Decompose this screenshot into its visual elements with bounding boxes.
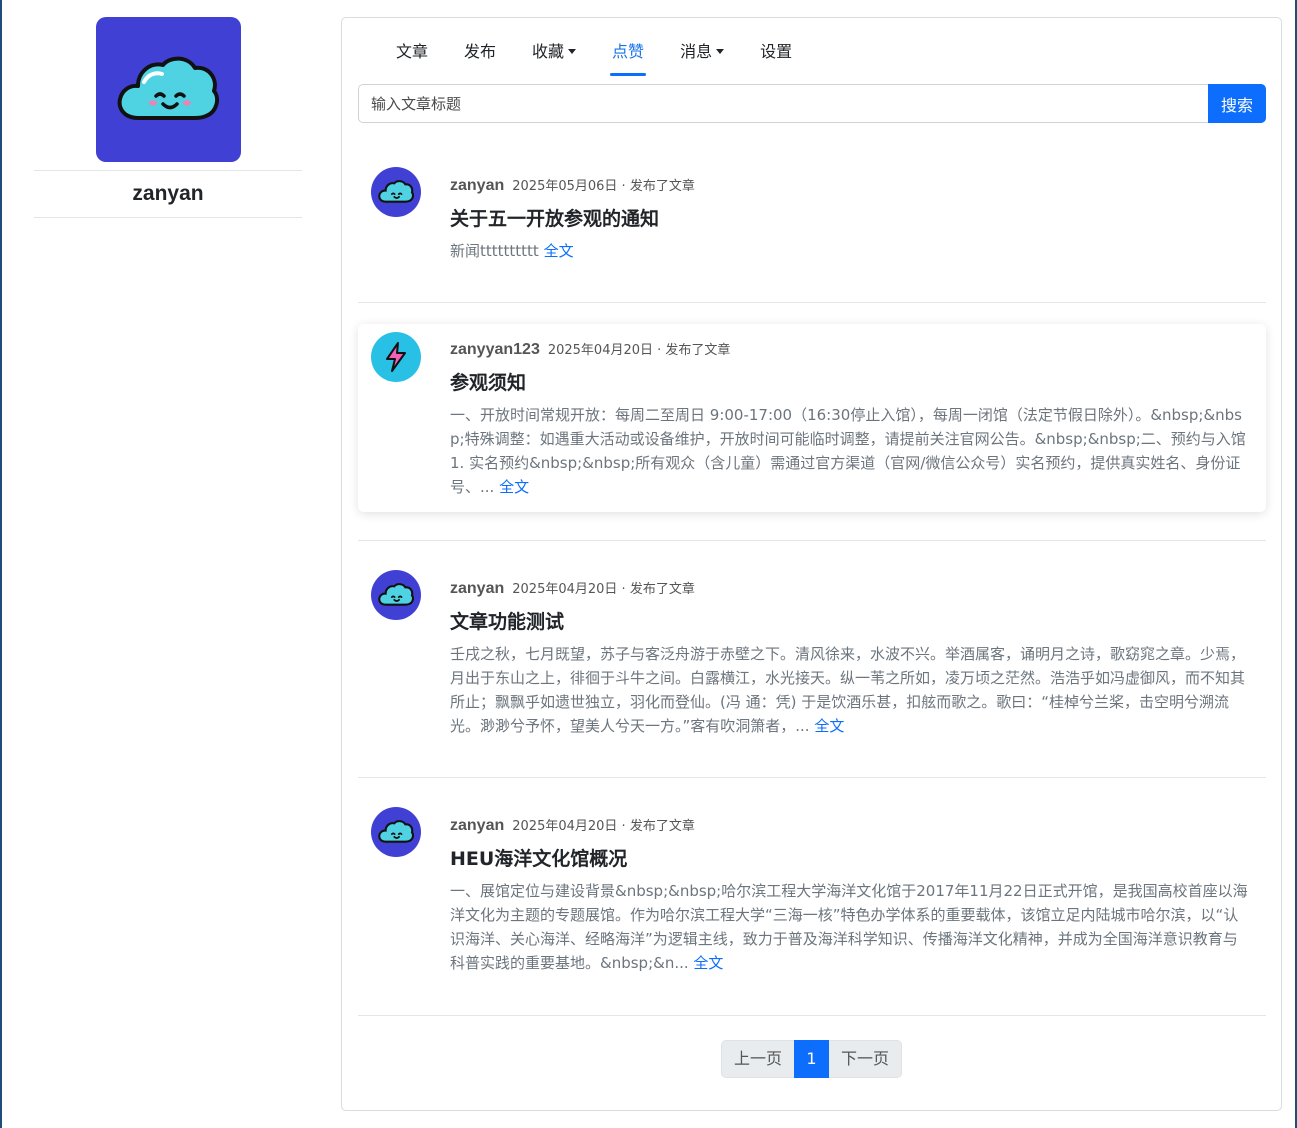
author-name[interactable]: zanyan [450, 817, 504, 835]
nav-tabs: 文章 发布 收藏 点赞 消息 设置 [378, 32, 810, 76]
tab-favorites-dropdown[interactable]: 收藏 [514, 32, 594, 76]
post-meta: zanyan 2025年04月20日 · 发布了文章 [450, 815, 1248, 835]
read-more-link[interactable]: 全文 [693, 954, 723, 972]
author-avatar[interactable] [371, 167, 421, 217]
post-excerpt: 新闻tttttttttt 全文 [450, 239, 1248, 263]
profile-panel: zanyan [34, 17, 302, 218]
post-item: zanyan 2025年04月20日 · 发布了文章 HEU海洋文化馆概况 一、… [358, 785, 1266, 1005]
tab-likes-label: 点赞 [612, 42, 645, 61]
author-name[interactable]: zanyan [450, 580, 504, 598]
page-number-current[interactable]: 1 [794, 1040, 830, 1078]
post-body: zanyan 2025年04月20日 · 发布了文章 文章功能测试 壬戌之秋，七… [450, 578, 1248, 738]
post-excerpt-text: 一、展馆定位与建设背景&nbsp;&nbsp;哈尔滨工程大学海洋文化馆于2017… [450, 882, 1248, 972]
post-meta: zanyan 2025年05月06日 · 发布了文章 [450, 175, 1248, 195]
cloud-icon [378, 180, 414, 203]
next-page-button[interactable]: 下一页 [829, 1040, 903, 1078]
search-bar: 搜索 [358, 84, 1266, 123]
divider [358, 777, 1266, 778]
prev-page-button[interactable]: 上一页 [721, 1040, 795, 1078]
read-more-link[interactable]: 全文 [544, 242, 574, 260]
pagination: 上一页 1 下一页 [721, 1040, 903, 1078]
tab-messages-label: 消息 [680, 42, 713, 61]
profile-name: zanyan [34, 170, 302, 218]
tab-messages-dropdown[interactable]: 消息 [662, 32, 742, 76]
divider [358, 302, 1266, 303]
post-title[interactable]: 文章功能测试 [450, 607, 1248, 634]
post-excerpt-text: 壬戌之秋，七月既望，苏子与客泛舟游于赤壁之下。清风徐来，水波不兴。举酒属客，诵明… [450, 645, 1246, 735]
tab-articles-label: 文章 [396, 42, 429, 61]
caret-down-icon [716, 49, 725, 54]
search-button[interactable]: 搜索 [1208, 84, 1266, 123]
post-item: zanyan 2025年05月06日 · 发布了文章 关于五一开放参观的通知 新… [358, 143, 1266, 295]
post-date: 2025年04月20日 · 发布了文章 [512, 819, 695, 834]
post-body: zanyyan123 2025年04月20日 · 发布了文章 参观须知 一、开放… [450, 339, 1248, 499]
tab-publish[interactable]: 发布 [446, 32, 514, 76]
post-item: zanyan 2025年04月20日 · 发布了文章 文章功能测试 壬戌之秋，七… [358, 548, 1266, 768]
post-title[interactable]: 关于五一开放参观的通知 [450, 204, 1248, 231]
cloud-icon [117, 56, 220, 120]
cloud-icon [378, 820, 414, 843]
lightning-icon [386, 342, 406, 372]
tab-likes[interactable]: 点赞 [594, 32, 662, 76]
post-body: zanyan 2025年05月06日 · 发布了文章 关于五一开放参观的通知 新… [450, 175, 1248, 263]
post-title[interactable]: HEU海洋文化馆概况 [450, 844, 1248, 871]
author-avatar[interactable] [371, 570, 421, 620]
caret-down-icon [568, 49, 577, 54]
tab-settings[interactable]: 设置 [742, 32, 810, 76]
post-meta: zanyan 2025年04月20日 · 发布了文章 [450, 578, 1248, 598]
post-date: 2025年04月20日 · 发布了文章 [547, 343, 731, 358]
post-excerpt: 壬戌之秋，七月既望，苏子与客泛舟游于赤壁之下。清风徐来，水波不兴。举酒属客，诵明… [450, 642, 1248, 738]
post-excerpt: 一、展馆定位与建设背景&nbsp;&nbsp;哈尔滨工程大学海洋文化馆于2017… [450, 879, 1248, 975]
author-name[interactable]: zanyyan123 [450, 341, 540, 359]
post-body: zanyan 2025年04月20日 · 发布了文章 HEU海洋文化馆概况 一、… [450, 815, 1248, 975]
read-more-link[interactable]: 全文 [814, 717, 844, 735]
post-meta: zanyyan123 2025年04月20日 · 发布了文章 [450, 339, 1248, 359]
post-date: 2025年04月20日 · 发布了文章 [512, 582, 695, 597]
tab-publish-label: 发布 [464, 42, 497, 61]
divider [358, 1015, 1266, 1016]
search-input[interactable] [358, 84, 1208, 123]
profile-avatar[interactable] [95, 17, 241, 162]
tab-articles[interactable]: 文章 [378, 32, 446, 76]
post-excerpt-text: 新闻tttttttttt [450, 242, 539, 260]
author-avatar[interactable] [371, 807, 421, 857]
divider [358, 540, 1266, 541]
read-more-link[interactable]: 全文 [499, 478, 529, 496]
post-excerpt: 一、开放时间常规开放：每周二至周日 9:00-17:00（16:30停止入馆），… [450, 403, 1248, 499]
post-item-hover: zanyyan123 2025年04月20日 · 发布了文章 参观须知 一、开放… [358, 324, 1266, 512]
post-date: 2025年05月06日 · 发布了文章 [512, 179, 695, 194]
post-title[interactable]: 参观须知 [450, 368, 1248, 395]
tab-favorites-label: 收藏 [532, 42, 565, 61]
main-card: 文章 发布 收藏 点赞 消息 设置 搜索 zanyan 2025年05月06日 … [341, 17, 1282, 1111]
post-excerpt-text: 一、开放时间常规开放：每周二至周日 9:00-17:00（16:30停止入馆），… [450, 406, 1246, 496]
author-name[interactable]: zanyan [450, 177, 504, 195]
author-avatar[interactable] [371, 332, 421, 382]
cloud-icon [378, 583, 414, 606]
tab-settings-label: 设置 [760, 42, 793, 61]
